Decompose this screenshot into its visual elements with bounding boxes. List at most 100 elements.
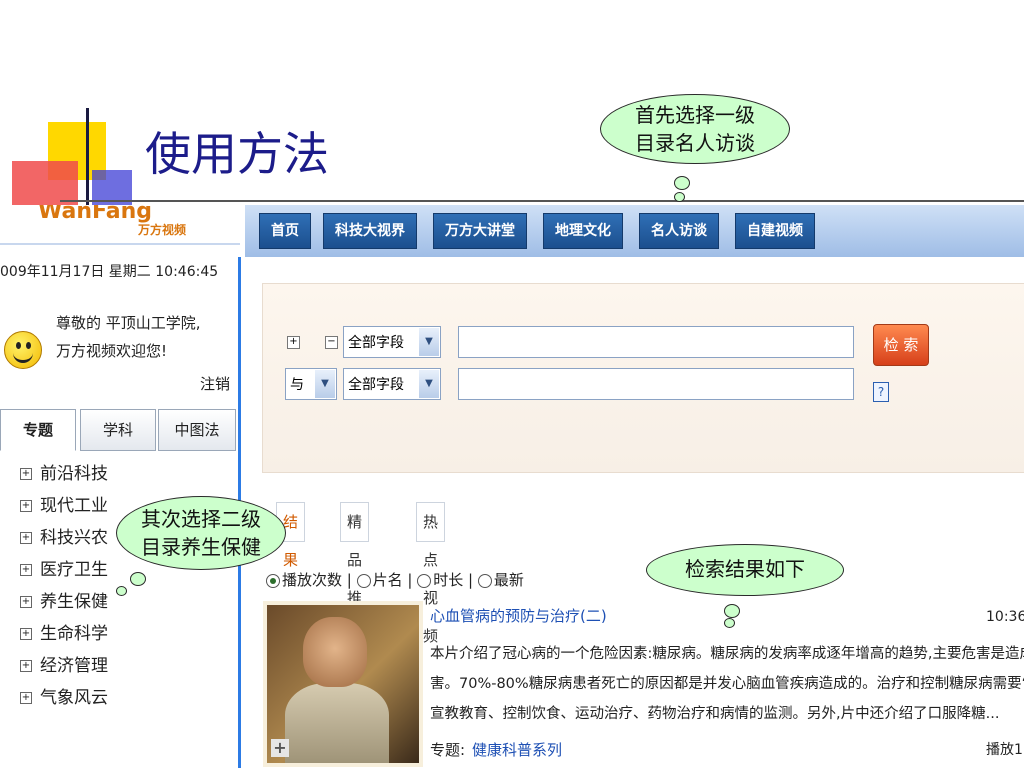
callout-bubble: [130, 572, 146, 586]
expand-icon[interactable]: +: [20, 596, 32, 608]
logout-link[interactable]: 注销: [200, 373, 230, 394]
callout-bubble: [724, 618, 735, 628]
chevron-down-icon[interactable]: ▼: [419, 328, 439, 356]
video-title-link[interactable]: 心血管病的预防与治疗(二): [430, 605, 607, 626]
tree-item-agriculture[interactable]: + 科技兴农: [20, 522, 108, 554]
expand-icon[interactable]: +: [20, 468, 32, 480]
logo-text: WanFang: [38, 205, 152, 224]
callout-bubble: [674, 192, 685, 202]
nav-geography[interactable]: 地理文化: [543, 213, 623, 249]
sort-options: 播放次数 | 片名 | 时长 | 最新: [266, 569, 524, 590]
video-duration: 10:36: [986, 609, 1024, 625]
smiley-icon: [4, 331, 42, 369]
website-screenshot: WanFang 万方视频 首页 科技大视界 万方大讲堂 地理文化 名人访谈 自建…: [0, 205, 1024, 768]
tab-clc[interactable]: 中图法: [158, 409, 236, 451]
description-line: 害。70%-80%糖尿病患者死亡的原因都是并发心脑血管疾病造成的。治疗和控制糖尿…: [430, 676, 1024, 692]
callout-line: 其次选择二级: [141, 507, 261, 531]
expand-icon[interactable]: +: [20, 532, 32, 544]
tree-item-health[interactable]: + 医疗卫生: [20, 554, 108, 586]
play-count: 播放1: [986, 742, 1023, 758]
logo-area[interactable]: WanFang 万方视频: [0, 205, 240, 245]
decor-blue-square: [92, 170, 132, 210]
tree-item-wellness[interactable]: + 养生保健: [20, 586, 108, 618]
tree-item-label: 科技兴农: [40, 528, 108, 548]
decor-horizontal-line: [60, 200, 1024, 202]
nav-home[interactable]: 首页: [259, 213, 311, 249]
sort-radio[interactable]: [356, 573, 371, 588]
add-row-icon[interactable]: +: [287, 336, 300, 349]
topic-label: 专题:: [430, 741, 466, 759]
tab-featured[interactable]: 精品推荐: [340, 502, 370, 645]
search-input-1[interactable]: [458, 326, 854, 358]
remove-row-icon[interactable]: −: [325, 336, 338, 349]
slide-title: 使用方法: [145, 127, 329, 181]
sort-label[interactable]: 播放次数: [282, 571, 342, 589]
video-description: 本片介绍了冠心病的一个危险因素:糖尿病。糖尿病的发病率成逐年增高的趋势,主要危害…: [430, 639, 1024, 729]
field-select-2[interactable]: 全部字段 ▼: [343, 368, 441, 400]
chevron-down-icon[interactable]: ▼: [315, 370, 335, 398]
tree-item-economy[interactable]: + 经济管理: [20, 650, 108, 682]
video-thumbnail[interactable]: +: [263, 601, 423, 767]
greeting-line: 尊敬的 平顶山工学院,: [56, 314, 201, 332]
description-line: 宣教教育、控制饮食、运动治疗、药物治疗和病情的监测。另外,片中还介绍了口服降糖.…: [430, 706, 1000, 722]
tree-item-label: 医疗卫生: [40, 560, 108, 580]
smiley-eye-icon: [16, 342, 21, 349]
greeting: 尊敬的 平顶山工学院, 万方视频欢迎您!: [56, 309, 201, 365]
sort-radio[interactable]: [417, 573, 432, 588]
nav-custom-video[interactable]: 自建视频: [735, 213, 815, 249]
expand-icon[interactable]: +: [20, 628, 32, 640]
search-input-2[interactable]: [458, 368, 854, 400]
tree-item-weather[interactable]: + 气象风云: [20, 682, 108, 714]
callout-line: 首先选择一级: [635, 103, 755, 127]
datetime: 009年11月17日 星期二 10:46:45: [0, 264, 219, 280]
nav-interviews[interactable]: 名人访谈: [639, 213, 719, 249]
logo-subtitle: 万方视频: [138, 223, 187, 237]
callout-result: 检索结果如下: [646, 544, 844, 596]
callout-bubble: [674, 176, 690, 190]
nav-lecture[interactable]: 万方大讲堂: [433, 213, 527, 249]
description-line: 本片介绍了冠心病的一个危险因素:糖尿病。糖尿病的发病率成逐年增高的趋势,主要危害…: [430, 646, 1024, 662]
expand-icon[interactable]: +: [20, 692, 32, 704]
sort-label[interactable]: 片名: [373, 571, 403, 589]
field-select-value: 全部字段: [348, 335, 404, 351]
chevron-down-icon[interactable]: ▼: [419, 370, 439, 398]
video-person-body: [285, 683, 389, 763]
tree-item-label: 现代工业: [40, 496, 108, 516]
sort-label[interactable]: 时长: [433, 571, 463, 589]
tab-subject[interactable]: 学科: [80, 409, 156, 451]
callout-line: 目录名人访谈: [635, 131, 755, 155]
topic-link[interactable]: 健康科普系列: [472, 739, 562, 760]
callout-line: 检索结果如下: [685, 557, 805, 581]
help-icon[interactable]: ?: [873, 382, 889, 402]
sort-radio[interactable]: [477, 573, 492, 588]
sort-radio[interactable]: [266, 573, 280, 588]
tree-item-life-science[interactable]: + 生命科学: [20, 618, 108, 650]
tab-topic[interactable]: 专题: [0, 409, 76, 451]
expand-icon[interactable]: +: [20, 660, 32, 672]
tree-item-label: 经济管理: [40, 656, 108, 676]
search-button[interactable]: 检 索: [873, 324, 929, 366]
main-nav: 首页 科技大视界 万方大讲堂 地理文化 名人访谈 自建视频: [245, 205, 1024, 257]
tree-item-industry[interactable]: + 现代工业: [20, 490, 108, 522]
video-person-head: [303, 617, 367, 687]
search-panel: + − 全部字段 ▼ 检 索 与 ▼ 全部字段 ▼ ?: [262, 283, 1024, 473]
operator-value: 与: [290, 377, 304, 393]
topic-tree: + 前沿科技 + 现代工业 + 科技兴农 + 医疗卫生 + 养生保健 + 生命科学 + 经济管…: [20, 458, 108, 714]
tree-item-label: 气象风云: [40, 688, 108, 708]
sort-label[interactable]: 最新: [494, 571, 524, 589]
callout-first-step: 首先选择一级 目录名人访谈: [600, 94, 790, 164]
smiley-eye-icon: [26, 342, 31, 349]
tree-item-label: 养生保健: [40, 592, 108, 612]
operator-select[interactable]: 与 ▼: [285, 368, 337, 400]
tree-item-frontier[interactable]: + 前沿科技: [20, 458, 108, 490]
field-select-1[interactable]: 全部字段 ▼: [343, 326, 441, 358]
tab-hot-videos[interactable]: 热点视频: [416, 502, 446, 645]
smiley-mouth-icon: [13, 350, 33, 363]
nav-science[interactable]: 科技大视界: [323, 213, 417, 249]
greeting-line: 万方视频欢迎您!: [56, 342, 168, 360]
expand-icon[interactable]: +: [20, 564, 32, 576]
expand-icon[interactable]: +: [20, 500, 32, 512]
add-icon[interactable]: +: [271, 739, 289, 757]
field-select-value: 全部字段: [348, 377, 404, 393]
callout-line: 目录养生保健: [141, 535, 261, 559]
